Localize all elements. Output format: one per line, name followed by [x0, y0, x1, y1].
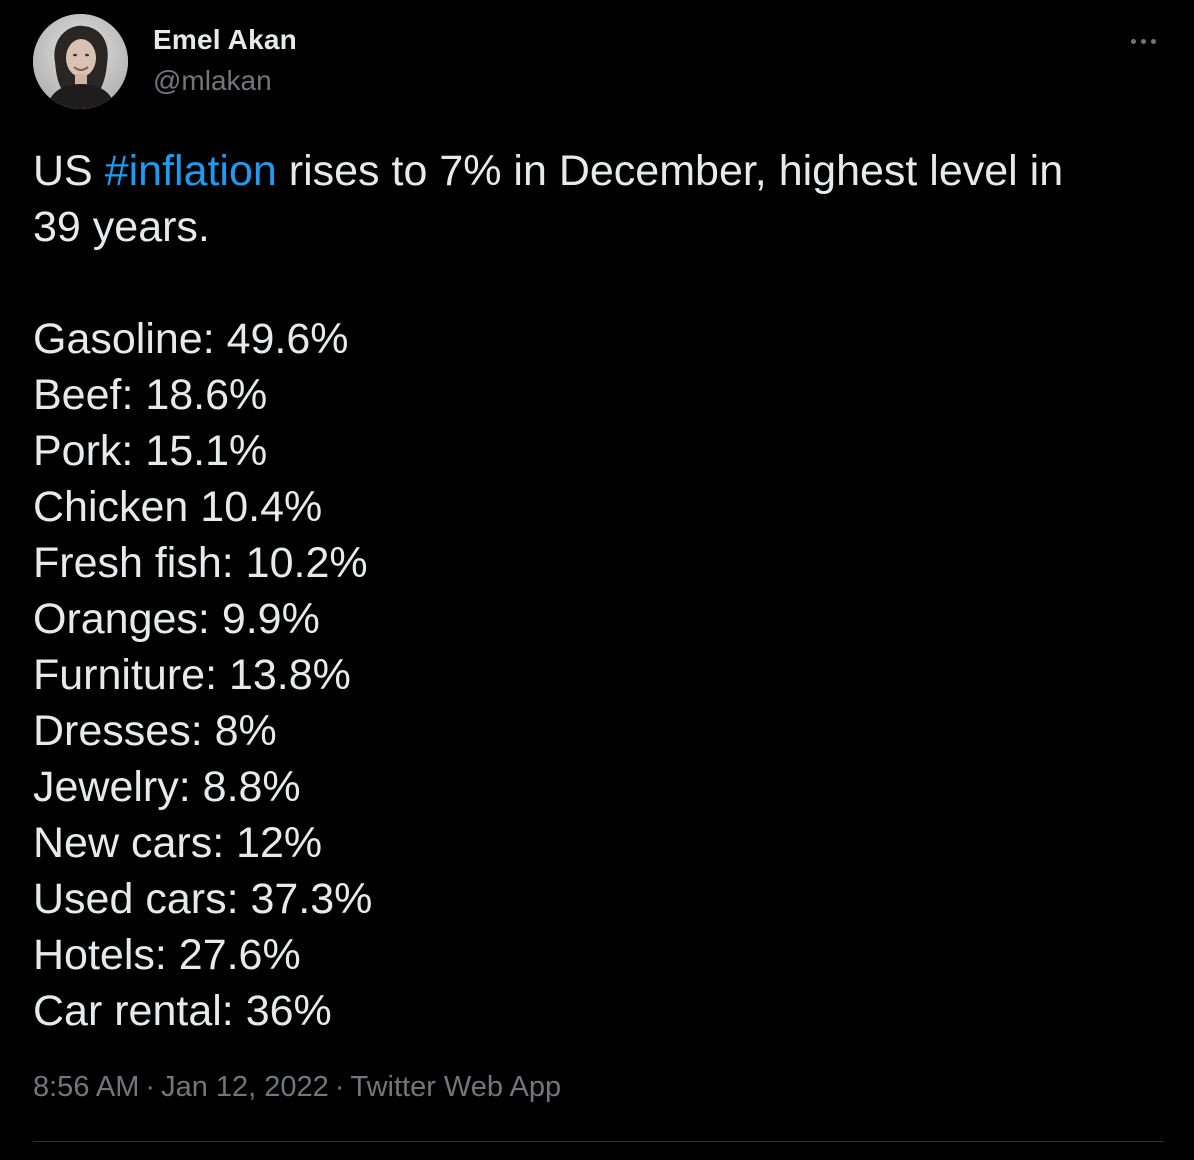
tweet-text-line-1: US #inflation rises to 7% in December, h… — [33, 143, 1163, 199]
tweet-date[interactable]: Jan 12, 2022 — [161, 1071, 329, 1103]
list-item: Car rental: 36% — [33, 987, 332, 1035]
hashtag-link[interactable]: #inflation — [105, 147, 277, 195]
list-item: Furniture: 13.8% — [33, 651, 351, 699]
dot — [1130, 38, 1136, 44]
author-handle[interactable]: @mlakan — [153, 65, 272, 97]
separator: · — [145, 1071, 156, 1103]
tweet-text-prefix: US — [33, 147, 105, 195]
tweet-metadata: 8:56 AM · Jan 12, 2022 · Twitter Web App — [33, 1071, 561, 1104]
list-item: Beef: 18.6% — [33, 371, 268, 419]
author-display-name[interactable]: Emel Akan — [153, 24, 297, 56]
tweet-text-line-2: 39 years. — [33, 203, 210, 251]
list-item: New cars: 12% — [33, 819, 323, 867]
list-item: Fresh fish: 10.2% — [33, 539, 368, 587]
avatar[interactable] — [33, 14, 128, 109]
dot — [1140, 38, 1146, 44]
list-item: Jewelry: 8.8% — [33, 763, 301, 811]
list-item: Hotels: 27.6% — [33, 931, 301, 979]
tweet: Emel Akan @mlakan US #inflation rises to… — [0, 0, 1194, 1160]
list-item: Oranges: 9.9% — [33, 595, 320, 643]
separator: · — [334, 1071, 345, 1103]
tweet-text-suffix: rises to 7% in December, highest level i… — [276, 147, 1064, 195]
profile-photo-icon — [33, 14, 128, 109]
list-item: Gasoline: 49.6% — [33, 315, 349, 363]
list-item: Chicken 10.4% — [33, 483, 323, 531]
divider — [33, 1141, 1164, 1142]
paragraph-break — [33, 255, 1163, 311]
more-horizontal-icon — [1130, 38, 1156, 44]
list-item: Dresses: 8% — [33, 707, 277, 755]
more-options-button[interactable] — [1120, 24, 1166, 58]
list-item: Used cars: 37.3% — [33, 875, 373, 923]
list-item: Pork: 15.1% — [33, 427, 268, 475]
tweet-source-link[interactable]: Twitter Web App — [350, 1071, 561, 1103]
tweet-timestamp[interactable]: 8:56 AM — [33, 1071, 139, 1103]
tweet-text: US #inflation rises to 7% in December, h… — [33, 143, 1163, 1039]
dot — [1150, 38, 1156, 44]
